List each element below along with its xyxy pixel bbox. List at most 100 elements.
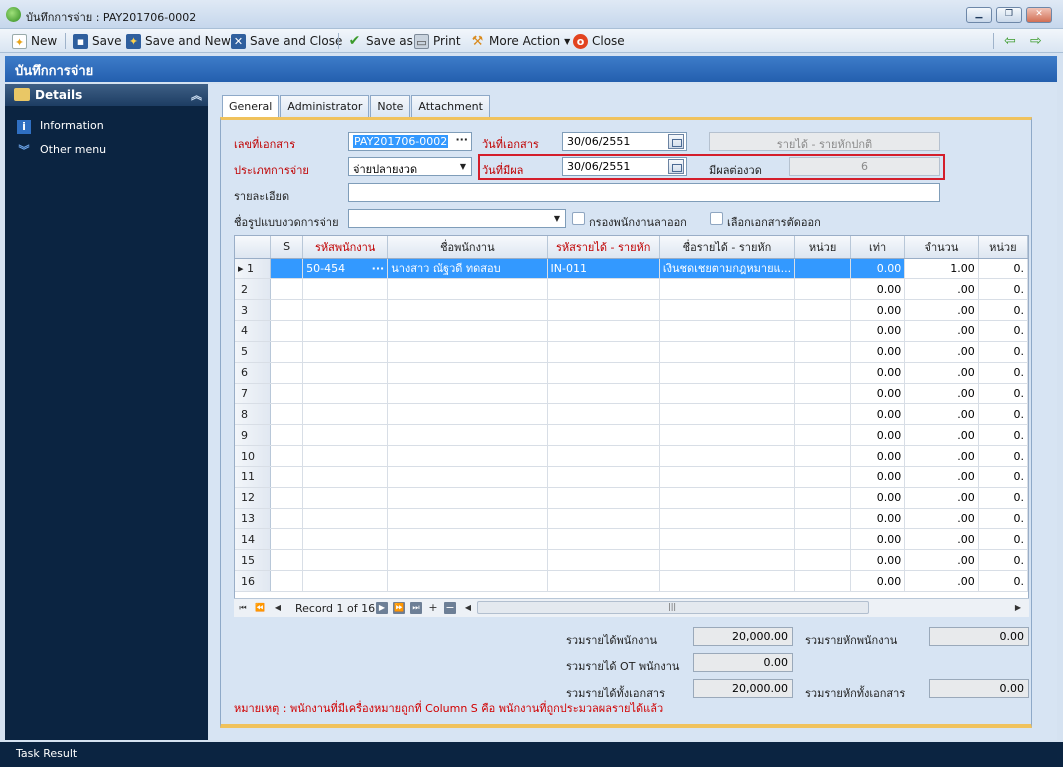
print-button[interactable]: ▭ Print <box>414 32 461 50</box>
cell-times[interactable]: 0.00 <box>850 320 906 342</box>
row-number[interactable]: 16 <box>235 570 272 592</box>
cell-amount[interactable]: .00 <box>904 466 979 488</box>
previous-record-icon[interactable]: ◀ <box>272 602 284 614</box>
row-number[interactable]: 3 <box>235 299 272 322</box>
cell-times[interactable]: 0.00 <box>850 383 906 405</box>
horizontal-scrollbar[interactable]: ||| <box>477 601 869 614</box>
select-cut-docs-checkbox[interactable] <box>710 212 723 225</box>
row-number[interactable]: 8 <box>235 403 272 426</box>
row-number[interactable]: 13 <box>235 508 272 530</box>
forward-arrow-icon[interactable]: ⇨ <box>1030 32 1042 50</box>
ellipsis-icon[interactable]: ··· <box>372 262 385 275</box>
cell-unit2[interactable]: 0. <box>978 362 1028 384</box>
cell-amount[interactable]: .00 <box>904 341 979 363</box>
cell-s[interactable] <box>270 362 304 384</box>
cell-code[interactable] <box>547 424 660 447</box>
row-number[interactable]: 4 <box>235 320 272 342</box>
column-header-emp-name[interactable]: ชื่อพนักงาน <box>387 236 548 259</box>
cell-unit[interactable] <box>794 403 852 426</box>
cell-code[interactable] <box>547 403 660 426</box>
sidebar-item-other-menu[interactable]: ︾ Other menu <box>5 136 208 160</box>
cell-unit[interactable] <box>794 487 852 509</box>
cell-amount[interactable]: .00 <box>904 299 979 322</box>
table-row[interactable]: 6 0.00.00 0. <box>235 362 1028 384</box>
cell-s[interactable] <box>270 570 304 592</box>
column-header-times[interactable]: เท่า <box>850 236 906 259</box>
cell-name[interactable] <box>659 299 796 322</box>
cell-times[interactable]: 0.00 <box>850 258 906 280</box>
cell-s[interactable] <box>270 487 304 509</box>
cell-unit[interactable] <box>794 466 852 488</box>
cell-amount[interactable]: .00 <box>904 508 979 530</box>
cell-unit2[interactable]: 0. <box>978 487 1028 509</box>
cell-code[interactable] <box>547 383 660 405</box>
sidebar-header[interactable]: Details ︽ <box>5 84 208 106</box>
filter-resigned-checkbox[interactable] <box>572 212 585 225</box>
cell-code[interactable] <box>547 528 660 551</box>
detail-input[interactable] <box>348 183 940 202</box>
cell-name[interactable] <box>659 528 796 551</box>
tab-attachment[interactable]: Attachment <box>411 95 490 117</box>
add-record-icon[interactable]: + <box>427 602 439 614</box>
table-row[interactable]: 16 0.00.00 0. <box>235 570 1028 592</box>
table-row[interactable]: 8 0.00.00 0. <box>235 403 1028 426</box>
cell-emp-name[interactable] <box>387 508 548 530</box>
cell-name[interactable] <box>659 341 796 363</box>
table-row[interactable]: 14 0.00.00 0. <box>235 528 1028 551</box>
cell-amount[interactable]: .00 <box>904 528 979 551</box>
cell-unit2[interactable]: 0. <box>978 466 1028 488</box>
close-window-button[interactable]: ✕ <box>1026 7 1052 23</box>
cell-times[interactable]: 0.00 <box>850 466 906 488</box>
table-row[interactable]: 12 0.00.00 0. <box>235 487 1028 509</box>
cell-s[interactable] <box>270 424 304 447</box>
table-row[interactable]: ▸ 1 50-454 ··· นางสาว ณัฐวดี ทดสอบ IN-011 เงิ… <box>235 258 1028 280</box>
cell-s[interactable] <box>270 258 304 280</box>
cell-name[interactable] <box>659 549 796 572</box>
row-number[interactable]: 7 <box>235 383 272 405</box>
cell-times[interactable]: 0.00 <box>850 403 906 426</box>
cell-emp-name[interactable] <box>387 466 548 488</box>
row-number[interactable]: 6 <box>235 362 272 384</box>
cell-s[interactable] <box>270 466 304 488</box>
cell-unit2[interactable]: 0. <box>978 258 1028 280</box>
restore-button[interactable]: ❐ <box>996 7 1022 23</box>
next-page-icon[interactable]: ⏩ <box>393 602 405 614</box>
tab-note[interactable]: Note <box>370 95 411 117</box>
minimize-button[interactable]: ▁ <box>966 7 992 23</box>
previous-page-icon[interactable]: ⏪ <box>254 602 266 614</box>
column-header-s[interactable]: S <box>270 236 304 259</box>
save-and-close-button[interactable]: ✕ Save and Close <box>231 32 342 50</box>
ellipsis-icon[interactable]: ··· <box>455 133 468 146</box>
cell-emp-code[interactable] <box>302 383 389 405</box>
cell-amount[interactable]: .00 <box>904 424 979 447</box>
cell-times[interactable]: 0.00 <box>850 362 906 384</box>
cell-amount[interactable]: 1.00 <box>904 258 979 280</box>
column-header-amount[interactable]: จำนวน <box>904 236 979 259</box>
cell-unit2[interactable]: 0. <box>978 403 1028 426</box>
tab-general[interactable]: General <box>222 95 280 118</box>
cell-name[interactable] <box>659 362 796 384</box>
effective-date-field[interactable]: 30/06/2551 <box>562 157 687 176</box>
cell-unit[interactable] <box>794 570 852 592</box>
cell-times[interactable]: 0.00 <box>850 445 906 467</box>
cell-code[interactable] <box>547 466 660 488</box>
table-row[interactable]: 5 0.00.00 0. <box>235 341 1028 363</box>
table-row[interactable]: 15 0.00.00 0. <box>235 549 1028 572</box>
cell-unit2[interactable]: 0. <box>978 445 1028 467</box>
scroll-right-icon[interactable]: ▶ <box>1012 602 1024 614</box>
cell-emp-code[interactable] <box>302 487 389 509</box>
cell-emp-name[interactable] <box>387 528 548 551</box>
cell-amount[interactable]: .00 <box>904 487 979 509</box>
cell-s[interactable] <box>270 549 304 572</box>
cell-emp-name[interactable] <box>387 278 548 301</box>
cell-times[interactable]: 0.00 <box>850 299 906 322</box>
cell-code[interactable] <box>547 570 660 592</box>
cell-emp-name[interactable] <box>387 299 548 322</box>
cell-times[interactable]: 0.00 <box>850 424 906 447</box>
cell-code[interactable] <box>547 278 660 301</box>
cell-unit2[interactable]: 0. <box>978 320 1028 342</box>
cell-code[interactable] <box>547 508 660 530</box>
cell-unit[interactable] <box>794 320 852 342</box>
cell-unit[interactable] <box>794 424 852 447</box>
cell-emp-name[interactable] <box>387 424 548 447</box>
